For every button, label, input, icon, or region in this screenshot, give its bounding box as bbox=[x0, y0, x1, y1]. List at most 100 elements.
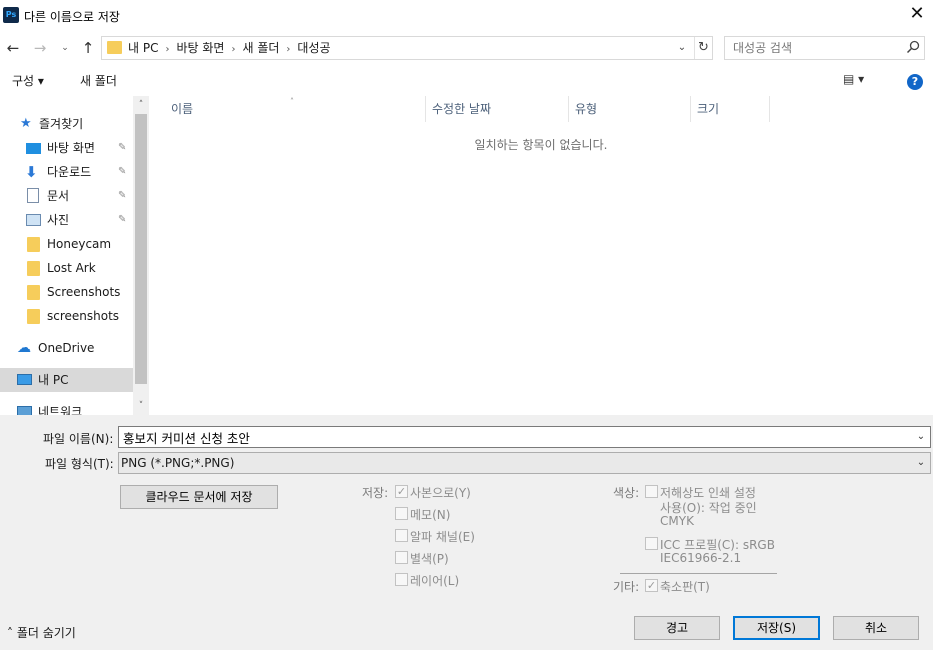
nav-item-label: 즐겨찾기 bbox=[39, 117, 84, 131]
save-to-cloud-button[interactable]: 클라우드 문서에 저장 bbox=[120, 485, 278, 509]
filename-input[interactable] bbox=[121, 428, 901, 446]
filename-label: 파일 이름(N): bbox=[43, 432, 114, 446]
option-label: 알파 채널(E) bbox=[410, 530, 475, 544]
pin-icon: ✎ bbox=[118, 166, 127, 177]
checkbox[interactable]: ✓ bbox=[645, 579, 658, 592]
organize-button[interactable]: 구성 ▾ bbox=[12, 72, 44, 89]
nav-folder-honeycam[interactable]: Honeycam bbox=[0, 232, 133, 256]
nav-folder-screenshots[interactable]: Screenshots bbox=[0, 280, 133, 304]
document-icon bbox=[27, 188, 39, 203]
nav-item-label: 사진 bbox=[47, 213, 70, 227]
nav-documents[interactable]: 문서 ✎ bbox=[0, 184, 133, 208]
nav-desktop[interactable]: 바탕 화면 ✎ bbox=[0, 136, 133, 160]
nav-item-label: screenshots bbox=[47, 309, 120, 323]
folder-icon bbox=[107, 41, 122, 54]
nav-folder-screenshots-lower[interactable]: screenshots bbox=[0, 304, 133, 328]
view-options-button[interactable]: ▤ ▾ bbox=[843, 72, 864, 86]
up-arrow-icon[interactable]: ↑ bbox=[78, 38, 98, 58]
column-header-size[interactable]: 크기 bbox=[691, 96, 770, 122]
filename-combobox: ⌄ bbox=[118, 426, 931, 448]
nav-folder-lost-ark[interactable]: Lost Ark bbox=[0, 256, 133, 280]
nav-item-label: 바탕 화면 bbox=[47, 141, 95, 155]
chevron-down-icon[interactable]: ⌄ bbox=[914, 427, 928, 447]
command-toolbar: 구성 ▾ 새 폴더 ▤ ▾ ? bbox=[0, 66, 933, 94]
scroll-down-icon[interactable]: ˅ bbox=[133, 399, 149, 413]
checkbox[interactable] bbox=[395, 529, 408, 542]
search-input[interactable] bbox=[731, 37, 901, 59]
column-header-date-modified[interactable]: 수정한 날짜 bbox=[426, 96, 569, 122]
address-bar[interactable]: 내 PC › 바탕 화면 › 새 폴더 › 대성공 ⌄ ↻ bbox=[101, 36, 713, 60]
breadcrumb: 내 PC › 바탕 화면 › 새 폴더 › 대성공 bbox=[128, 37, 331, 59]
nav-onedrive[interactable]: ☁ OneDrive bbox=[0, 336, 133, 360]
checkbox[interactable]: ✓ bbox=[395, 485, 408, 498]
nav-item-label: 네트워크 bbox=[38, 405, 83, 415]
nav-downloads[interactable]: ⬇ 다운로드 ✎ bbox=[0, 160, 133, 184]
photoshop-app-icon: Ps bbox=[3, 7, 19, 23]
hide-folders-button[interactable]: ˄ 폴더 숨기기 bbox=[7, 624, 76, 641]
nav-quick-access[interactable]: ★ 즐겨찾기 bbox=[0, 112, 133, 136]
column-header-type[interactable]: 유형 bbox=[569, 96, 691, 122]
file-list: 이름 ˄ 수정한 날짜 유형 크기 일치하는 항목이 없습니다. bbox=[149, 96, 933, 415]
breadcrumb-new-folder[interactable]: 새 폴더 bbox=[242, 37, 279, 59]
refresh-icon[interactable]: ↻ bbox=[694, 37, 712, 59]
desktop-icon bbox=[26, 143, 41, 154]
new-folder-button[interactable]: 새 폴더 bbox=[80, 72, 117, 89]
column-header-name[interactable]: 이름 bbox=[165, 96, 426, 122]
close-icon: ✕ bbox=[909, 3, 925, 24]
chevron-right-icon[interactable]: › bbox=[165, 39, 169, 61]
star-icon: ★ bbox=[20, 116, 32, 131]
checkbox[interactable] bbox=[645, 537, 658, 550]
cancel-button[interactable]: 취소 bbox=[833, 616, 919, 640]
back-arrow-icon[interactable]: ← bbox=[3, 38, 23, 58]
close-button[interactable]: ✕ bbox=[904, 3, 930, 27]
nav-item-label: Honeycam bbox=[47, 237, 112, 251]
nav-item-label: Lost Ark bbox=[47, 261, 96, 275]
chevron-right-icon[interactable]: › bbox=[231, 39, 235, 61]
title-bar: Ps 다른 이름으로 저장 ✕ bbox=[0, 0, 933, 30]
filetype-label: 파일 형식(T): bbox=[45, 457, 114, 471]
sort-ascending-icon: ˄ bbox=[290, 97, 294, 106]
save-button[interactable]: 저장(S) bbox=[733, 616, 820, 640]
monitor-icon bbox=[17, 374, 32, 385]
nav-pictures[interactable]: 사진 ✎ bbox=[0, 208, 133, 232]
search-icon[interactable] bbox=[906, 40, 920, 54]
option-label: 사본으로(Y) bbox=[410, 486, 471, 500]
folder-icon bbox=[27, 309, 40, 324]
option-label: 별색(P) bbox=[410, 552, 449, 566]
nav-item-label: OneDrive bbox=[38, 341, 95, 355]
folder-icon bbox=[27, 261, 40, 276]
checkbox[interactable] bbox=[395, 573, 408, 586]
nav-item-label: 다운로드 bbox=[47, 165, 92, 179]
search-box bbox=[724, 36, 925, 60]
color-group-label: 색상: bbox=[613, 486, 640, 500]
navigation-pane: ★ 즐겨찾기 바탕 화면 ✎ ⬇ 다운로드 ✎ 문서 ✎ 사진 ✎ Honeyc… bbox=[0, 96, 149, 415]
checkbox[interactable] bbox=[395, 507, 408, 520]
warning-button[interactable]: 경고 bbox=[634, 616, 720, 640]
breadcrumb-my-pc[interactable]: 내 PC bbox=[128, 37, 158, 59]
breadcrumb-current[interactable]: 대성공 bbox=[297, 37, 330, 59]
checkbox[interactable] bbox=[645, 485, 658, 498]
nav-network[interactable]: 네트워크 bbox=[0, 400, 133, 415]
forward-arrow-icon[interactable]: → bbox=[30, 38, 50, 58]
other-group-label: 기타: bbox=[613, 580, 640, 594]
network-icon bbox=[17, 406, 32, 415]
folder-icon bbox=[27, 237, 40, 252]
option-label-line3: CMYK bbox=[660, 514, 694, 528]
option-label-line2: IEC61966-2.1 bbox=[660, 551, 742, 565]
folder-icon bbox=[27, 285, 40, 300]
chevron-right-icon[interactable]: › bbox=[286, 39, 290, 61]
recent-locations-chevron-icon[interactable]: ⌄ bbox=[58, 38, 72, 58]
filetype-select[interactable]: PNG (*.PNG;*.PNG) ⌄ bbox=[118, 452, 931, 474]
download-arrow-icon: ⬇ bbox=[25, 163, 38, 181]
scrollbar-thumb[interactable] bbox=[135, 114, 147, 384]
scroll-up-icon[interactable]: ˄ bbox=[133, 98, 149, 112]
option-label: 레이어(L) bbox=[410, 574, 460, 588]
help-icon[interactable]: ? bbox=[907, 74, 923, 90]
empty-list-message: 일치하는 항목이 없습니다. bbox=[474, 138, 608, 152]
checkbox[interactable] bbox=[395, 551, 408, 564]
nav-this-pc[interactable]: 내 PC bbox=[0, 368, 133, 392]
address-dropdown-icon[interactable]: ⌄ bbox=[674, 37, 690, 59]
option-label: 메모(N) bbox=[410, 508, 451, 522]
breadcrumb-desktop[interactable]: 바탕 화면 bbox=[176, 37, 224, 59]
save-group-label: 저장: bbox=[362, 486, 389, 500]
